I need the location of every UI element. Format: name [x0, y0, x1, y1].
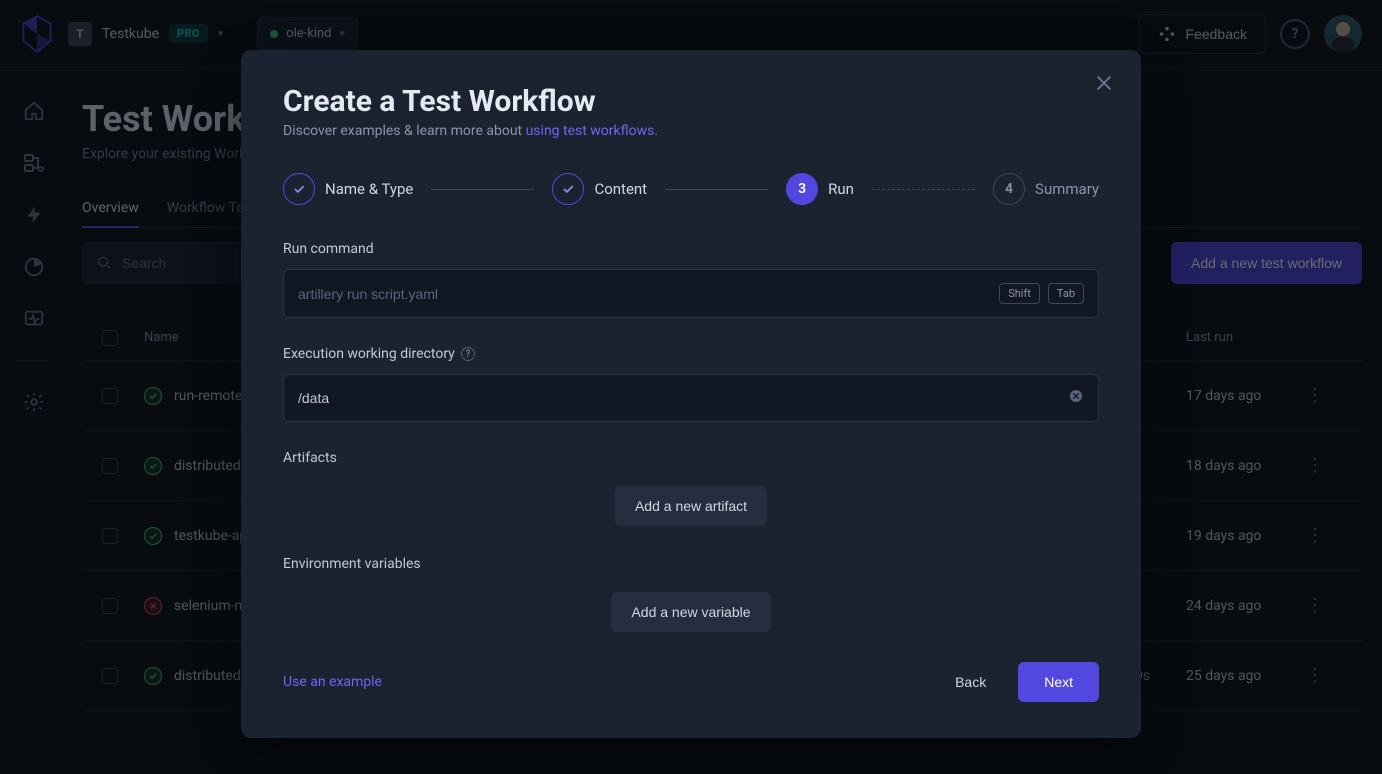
env-vars-label: Environment variables [283, 556, 1099, 572]
exec-dir-input[interactable] [298, 390, 1060, 406]
use-example-link[interactable]: Use an example [283, 674, 382, 690]
step-run: 3 Run [786, 173, 854, 205]
keyboard-hints: Shift Tab [999, 283, 1084, 304]
back-button[interactable]: Back [935, 662, 1006, 702]
step-label: Run [828, 180, 854, 198]
step-label: Name & Type [325, 180, 413, 198]
step-label: Content [594, 180, 647, 198]
artifacts-label: Artifacts [283, 450, 1099, 466]
add-artifact-button[interactable]: Add a new artifact [615, 486, 767, 526]
help-icon[interactable]: ? [461, 347, 475, 361]
stepper: Name & Type Content 3 Run 4 Summary [283, 173, 1099, 205]
check-icon [283, 173, 315, 205]
step-number: 4 [993, 173, 1025, 205]
modal-overlay: Create a Test Workflow Discover examples… [0, 0, 1382, 774]
step-label: Summary [1035, 180, 1099, 198]
create-workflow-modal: Create a Test Workflow Discover examples… [241, 50, 1141, 738]
run-command-label: Run command [283, 241, 1099, 257]
step-name-type[interactable]: Name & Type [283, 173, 413, 205]
run-command-field[interactable]: Shift Tab [283, 269, 1099, 318]
clear-icon[interactable] [1068, 388, 1084, 408]
step-content[interactable]: Content [552, 173, 647, 205]
step-number: 3 [786, 173, 818, 205]
kbd-tab: Tab [1048, 283, 1084, 304]
exec-dir-label: Execution working directory ? [283, 346, 1099, 362]
modal-subtitle: Discover examples & learn more about usi… [283, 123, 1099, 139]
run-command-input[interactable] [298, 286, 999, 302]
workflows-docs-link[interactable]: using test workflows. [526, 123, 658, 139]
kbd-shift: Shift [999, 283, 1040, 304]
check-icon [552, 173, 584, 205]
exec-dir-field[interactable] [283, 374, 1099, 422]
step-summary: 4 Summary [993, 173, 1099, 205]
next-button[interactable]: Next [1018, 662, 1099, 702]
modal-title: Create a Test Workflow [283, 84, 1099, 119]
add-variable-button[interactable]: Add a new variable [611, 592, 770, 632]
close-button[interactable] [1093, 72, 1115, 98]
